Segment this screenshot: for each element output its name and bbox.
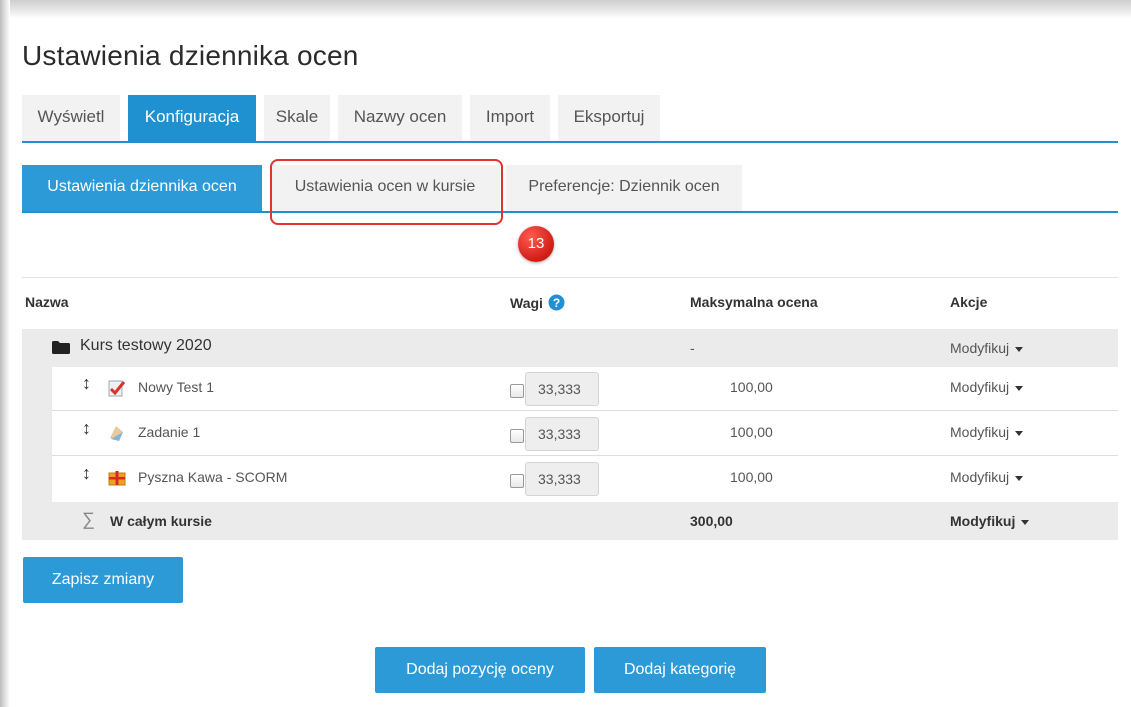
move-icon[interactable]: ↕ <box>82 463 91 484</box>
grade-item-name[interactable]: Pyszna Kawa - SCORM <box>138 469 287 485</box>
window-shadow-left <box>0 0 10 707</box>
sigma-icon: ∑ <box>82 509 95 529</box>
weight-input[interactable]: 33,333 <box>525 462 599 496</box>
grade-item-actions-dropdown[interactable]: Modyfikuj <box>950 379 1024 395</box>
step-number-badge: 13 <box>518 226 554 262</box>
tab-wyswietl[interactable]: Wyświetl <box>22 95 120 141</box>
weight-override-checkbox[interactable] <box>510 384 524 398</box>
course-total-max-grade: 300,00 <box>690 513 733 529</box>
add-category-button[interactable]: Dodaj kategorię <box>594 647 766 693</box>
category-actions-dropdown[interactable]: Modyfikuj <box>950 340 1024 356</box>
grade-item-row: ↕ Pyszna Kawa - SCORM 33,333 100,00 Mody… <box>52 457 1118 501</box>
column-header-weights-label: Wagi <box>510 295 543 311</box>
caret-down-icon <box>1015 385 1024 391</box>
svg-text:?: ? <box>553 296 560 310</box>
grade-item-actions-dropdown[interactable]: Modyfikuj <box>950 424 1024 440</box>
category-row: Kurs testowy 2020 - Modyfikuj <box>22 329 1118 367</box>
column-header-weights: Wagi ? <box>510 294 565 311</box>
help-icon[interactable]: ? <box>548 294 565 311</box>
tab-import[interactable]: Import <box>470 95 550 141</box>
category-indent-bar <box>22 367 52 502</box>
column-header-max-grade: Maksymalna ocena <box>690 294 818 310</box>
primary-tabs: Wyświetl Konfiguracja Skale Nazwy ocen I… <box>22 95 1118 143</box>
grade-item-name[interactable]: Nowy Test 1 <box>138 379 214 395</box>
grade-item-max-grade: 100,00 <box>730 469 773 485</box>
tab-konfiguracja[interactable]: Konfiguracja <box>128 95 256 141</box>
column-header-name: Nazwa <box>25 294 69 310</box>
dropdown-label: Modyfikuj <box>950 424 1010 440</box>
grade-item-row: ↕ Zadanie 1 33,333 100,00 Modyfikuj <box>52 412 1118 456</box>
grade-item-max-grade: 100,00 <box>730 424 773 440</box>
tab-nazwy-ocen[interactable]: Nazwy ocen <box>338 95 462 141</box>
add-grade-item-button[interactable]: Dodaj pozycję oceny <box>375 647 585 693</box>
subtab-ustawienia-dziennika-ocen[interactable]: Ustawienia dziennika ocen <box>22 165 262 211</box>
secondary-tabs: Ustawienia dziennika ocen Ustawienia oce… <box>22 165 1118 213</box>
course-total-actions-dropdown[interactable]: Modyfikuj <box>950 513 1030 529</box>
window-shadow-top <box>0 0 1131 18</box>
scorm-package-icon <box>108 471 126 486</box>
caret-down-icon <box>1015 346 1024 352</box>
save-changes-button[interactable]: Zapisz zmiany <box>23 557 183 603</box>
highlight-annotation-box <box>270 159 503 225</box>
dropdown-label: Modyfikuj <box>950 469 1010 485</box>
caret-down-icon <box>1015 475 1024 481</box>
column-header-actions: Akcje <box>950 294 988 310</box>
weight-override-checkbox[interactable] <box>510 429 524 443</box>
subtab-preferencje-dziennik-ocen[interactable]: Preferencje: Dziennik ocen <box>506 165 742 211</box>
course-total-label: W całym kursie <box>110 513 212 529</box>
weight-override-checkbox[interactable] <box>510 474 524 488</box>
page-title: Ustawienia dziennika ocen <box>22 40 359 71</box>
category-name: Kurs testowy 2020 <box>80 337 212 354</box>
move-icon[interactable]: ↕ <box>82 418 91 439</box>
move-icon[interactable]: ↕ <box>82 373 91 394</box>
grade-item-max-grade: 100,00 <box>730 379 773 395</box>
divider <box>22 277 1118 278</box>
grade-item-row: ↕ Nowy Test 1 33,333 100,00 Modyfikuj <box>52 367 1118 411</box>
quiz-icon <box>108 380 126 397</box>
assignment-icon <box>110 426 123 441</box>
course-total-row: ∑ W całym kursie 300,00 Modyfikuj <box>22 502 1118 540</box>
dropdown-label: Modyfikuj <box>950 513 1016 529</box>
weight-input[interactable]: 33,333 <box>525 417 599 451</box>
dropdown-label: Modyfikuj <box>950 379 1010 395</box>
grade-item-name[interactable]: Zadanie 1 <box>138 424 200 440</box>
caret-down-icon <box>1021 519 1030 525</box>
folder-icon <box>52 341 70 354</box>
tab-skale[interactable]: Skale <box>264 95 330 141</box>
grade-item-actions-dropdown[interactable]: Modyfikuj <box>950 469 1024 485</box>
caret-down-icon <box>1015 430 1024 436</box>
dropdown-label: Modyfikuj <box>950 340 1010 356</box>
tab-eksportuj[interactable]: Eksportuj <box>558 95 660 141</box>
category-max-grade: - <box>690 340 695 356</box>
weight-input[interactable]: 33,333 <box>525 372 599 406</box>
